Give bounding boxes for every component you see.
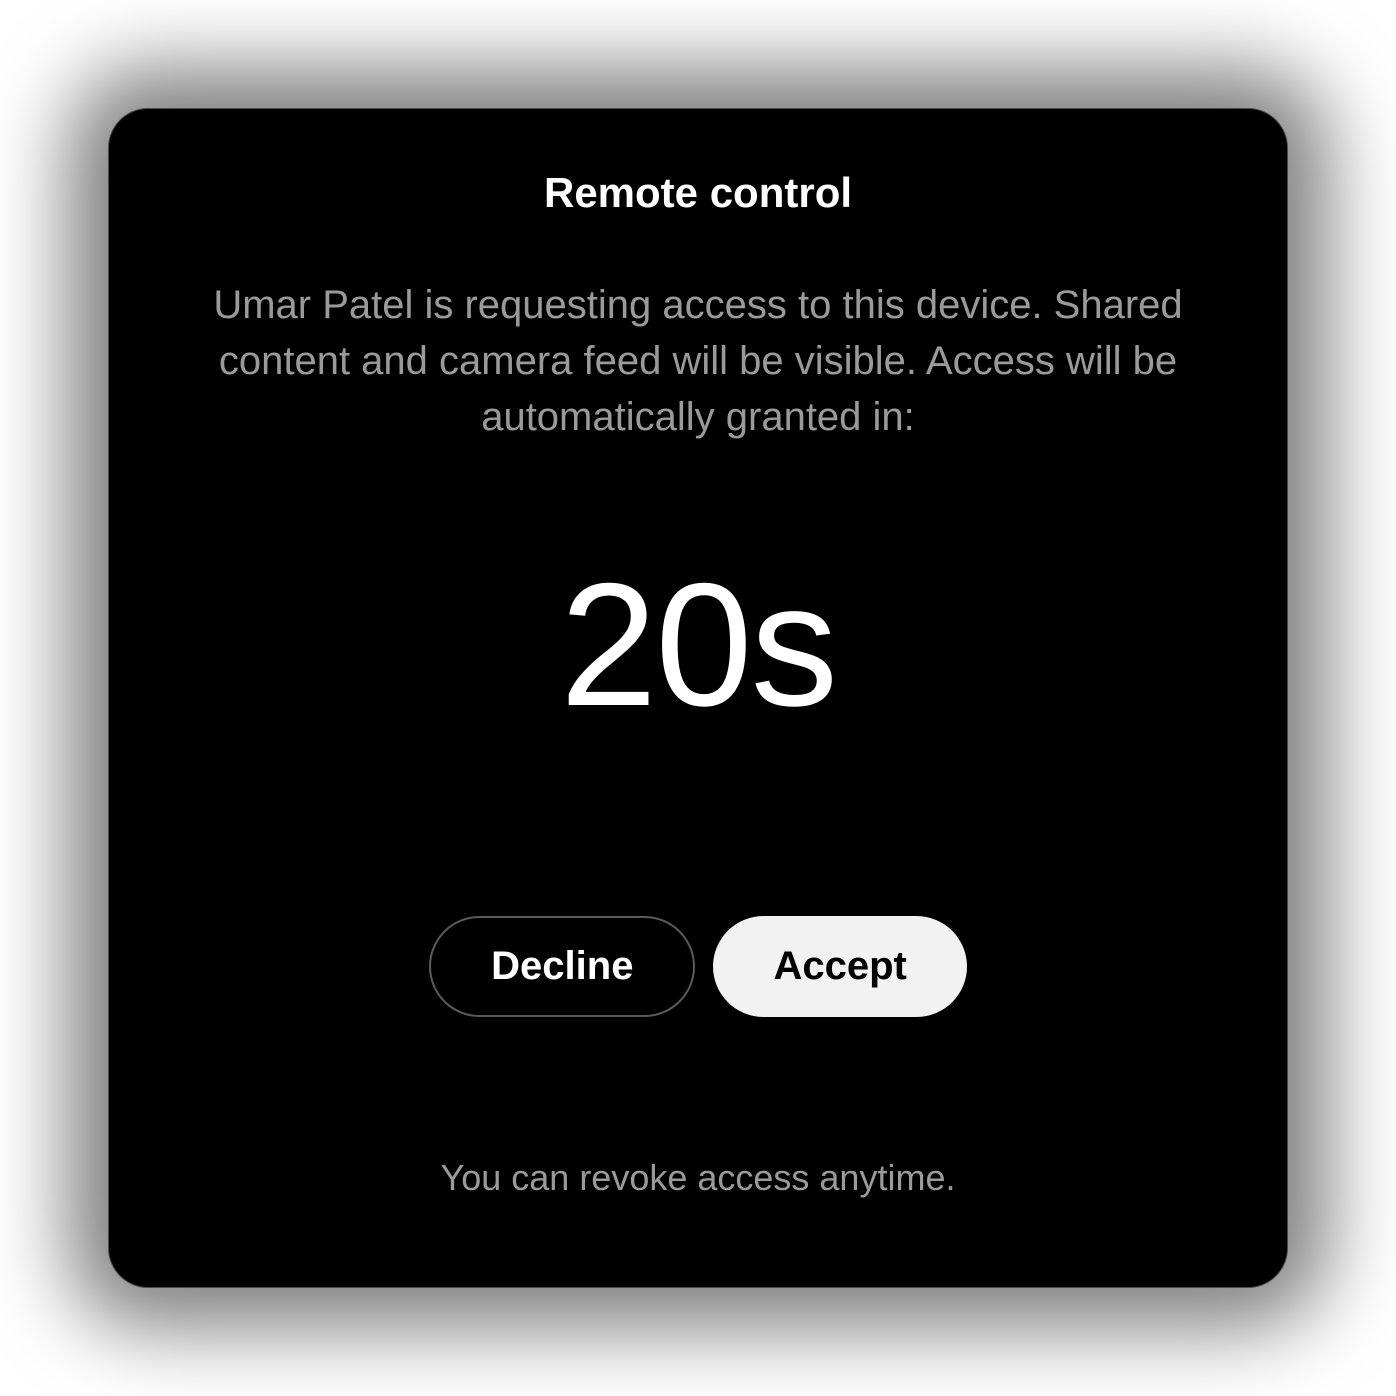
decline-button[interactable]: Decline (429, 916, 695, 1017)
dialog-title: Remote control (544, 169, 852, 217)
dialog-description: Umar Patel is requesting access to this … (179, 277, 1217, 445)
countdown-timer: 20s (560, 545, 836, 746)
footer-text: You can revoke access anytime. (441, 1157, 956, 1199)
remote-control-dialog: Remote control Umar Patel is requesting … (108, 108, 1288, 1288)
button-row: Decline Accept (429, 916, 967, 1017)
accept-button[interactable]: Accept (713, 916, 966, 1017)
